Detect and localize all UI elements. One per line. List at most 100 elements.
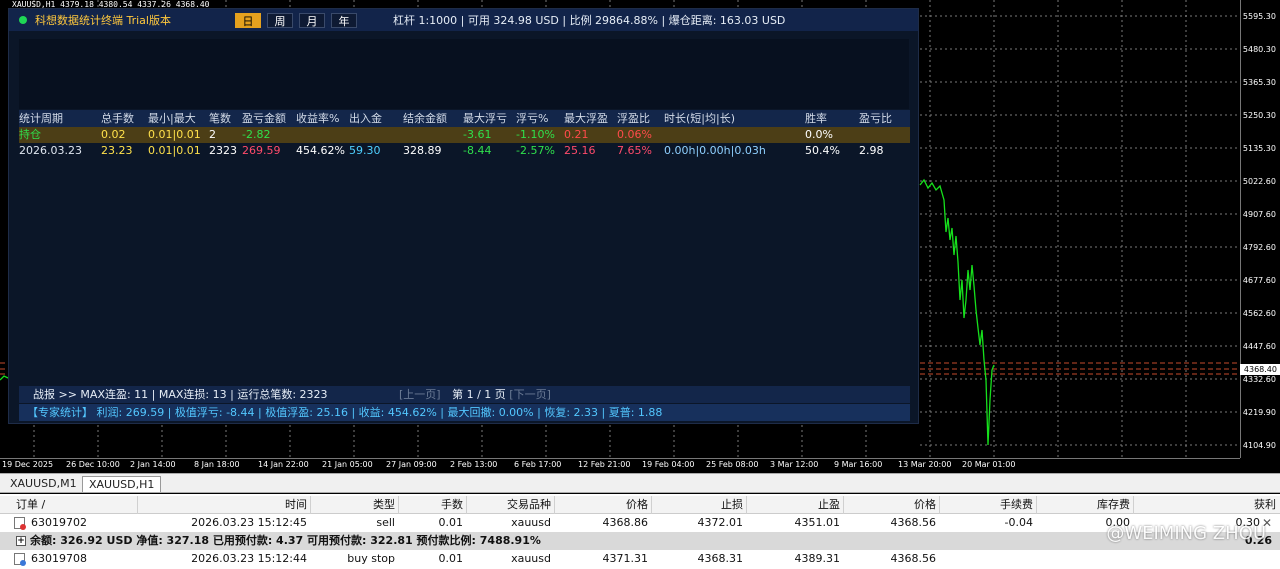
stats-column-header: 结余金额 bbox=[403, 112, 447, 125]
order-type: sell bbox=[376, 516, 395, 529]
order-cur_price: 4368.56 bbox=[890, 552, 937, 565]
account-info: 杠杆 1:1000 | 可用 324.98 USD | 比例 29864.88%… bbox=[392, 14, 786, 27]
period-button[interactable]: 日 bbox=[234, 12, 261, 28]
order-commission: -0.04 bbox=[1004, 516, 1033, 529]
stats-cell-max_dd: -3.61 bbox=[463, 128, 492, 141]
table-row[interactable]: 63019708 2026.03.23 15:12:44 buy stop 0.01 x… bbox=[0, 550, 1280, 568]
column-header[interactable]: 获利 bbox=[1254, 496, 1276, 514]
column-header-order[interactable]: 订单 / bbox=[16, 496, 45, 514]
stats-cell-winrate: 50.4% bbox=[805, 144, 840, 157]
stats-column-header: 总手数 bbox=[101, 112, 134, 125]
order-symbol: xauusd bbox=[511, 552, 551, 565]
column-divider bbox=[398, 496, 399, 514]
column-divider bbox=[746, 496, 747, 514]
stats-column-header: 胜率 bbox=[805, 112, 827, 125]
current-price-label: 4368.40 bbox=[1240, 364, 1280, 375]
stats-cell-minmax: 0.01|0.01 bbox=[148, 144, 201, 157]
panel-header: 科想数据统计终端 Trial版本 日周月年 杠杆 1:1000 | 可用 324… bbox=[9, 9, 918, 31]
stats-column-header: 盈亏比 bbox=[859, 112, 892, 125]
price-tick-label: 5250.30 bbox=[1242, 111, 1276, 120]
expert-summary-bar: 【专家统计】 利润: 269.59 | 极值浮亏: -8.44 | 极值浮盈: … bbox=[19, 404, 910, 421]
order-type: buy stop bbox=[347, 552, 395, 565]
column-header[interactable]: 止盈 bbox=[818, 496, 840, 514]
tab-xauusd-m1[interactable]: XAUUSD,M1 bbox=[4, 476, 83, 492]
column-header[interactable]: 交易品种 bbox=[507, 496, 551, 514]
stats-row-holding: 持仓 0.02 0.01|0.01 2 -2.82 -3.61 -1.10% 0.21 0.06… bbox=[19, 127, 910, 143]
column-header[interactable]: 类型 bbox=[373, 496, 395, 514]
stats-cell-pl_ratio: 2.98 bbox=[859, 144, 884, 157]
period-button[interactable]: 月 bbox=[298, 12, 325, 28]
period-button[interactable]: 周 bbox=[266, 12, 293, 28]
stats-column-header: 笔数 bbox=[209, 112, 231, 125]
column-header[interactable]: 价格 bbox=[626, 496, 648, 514]
time-tick-label: 21 Jan 05:00 bbox=[322, 460, 373, 469]
time-tick-label: 9 Mar 16:00 bbox=[834, 460, 883, 469]
order-id: 63019702 bbox=[31, 516, 87, 529]
order-icon bbox=[14, 517, 26, 530]
time-tick-label: 19 Feb 04:00 bbox=[642, 460, 695, 469]
trade-terminal: 订单 / 时间 类型 手数 交易品种 价格 止损 止盈 价格 手续费 库存费 获利 63019702 2… bbox=[0, 494, 1280, 569]
tab-xauusd-h1[interactable]: XAUUSD,H1 bbox=[82, 476, 162, 492]
stats-column-header: 最大浮盈 bbox=[564, 112, 608, 125]
column-divider bbox=[1036, 496, 1037, 514]
stats-cell-balance: 328.89 bbox=[403, 144, 442, 157]
column-divider bbox=[651, 496, 652, 514]
order-tp: 4389.31 bbox=[794, 552, 841, 565]
period-selector: 日周月年 bbox=[234, 12, 357, 28]
column-header[interactable]: 时间 bbox=[285, 496, 307, 514]
order-time: 2026.03.23 15:12:45 bbox=[191, 516, 307, 529]
report-stats: 战报 >> MAX连盈: 11 | MAX连损: 13 | 运行总笔数: 232… bbox=[33, 388, 328, 401]
stats-table: 统计周期 总手数 最小|最大 笔数 盈亏金额 收益率% 出入金 结余金额 最大浮亏 浮亏% 最大浮盈… bbox=[19, 110, 910, 159]
stats-column-header: 最大浮亏 bbox=[463, 112, 507, 125]
stats-row-daily: 2026.03.23 23.23 0.01|0.01 2323 269.59 454.62… bbox=[19, 143, 910, 159]
order-price: 4371.31 bbox=[602, 552, 649, 565]
stats-cell-period: 2026.03.23 bbox=[19, 144, 82, 157]
stats-column-header: 最小|最大 bbox=[148, 112, 196, 125]
column-header[interactable]: 价格 bbox=[914, 496, 936, 514]
price-tick-label: 4792.60 bbox=[1242, 243, 1276, 252]
order-price: 4368.86 bbox=[602, 516, 649, 529]
balance-summary: 余额: 326.92 USD 净值: 327.18 已用预付款: 4.37 可用… bbox=[30, 534, 541, 547]
stats-cell-lots: 0.02 bbox=[101, 128, 126, 141]
stats-cell-ret: 454.62% bbox=[296, 144, 345, 157]
column-header[interactable]: 手续费 bbox=[1000, 496, 1033, 514]
order-tp: 4351.01 bbox=[794, 516, 841, 529]
stats-cell-flow: 59.30 bbox=[349, 144, 381, 157]
prev-page-button[interactable]: [上一页] bbox=[399, 388, 441, 401]
price-tick-label: 4907.60 bbox=[1242, 210, 1276, 219]
stats-table-header: 统计周期 总手数 最小|最大 笔数 盈亏金额 收益率% 出入金 结余金额 最大浮亏 浮亏% 最大浮盈… bbox=[19, 110, 910, 127]
time-axis[interactable]: 19 Dec 2025 26 Dec 10:00 2 Jan 14:00 8 Jan … bbox=[0, 458, 1240, 472]
column-divider bbox=[843, 496, 844, 514]
stats-cell-fp_ratio: 7.65% bbox=[617, 144, 652, 157]
price-line-left bbox=[0, 375, 9, 381]
period-button[interactable]: 年 bbox=[330, 12, 357, 28]
chart-tab-strip: XAUUSD,M1 XAUUSD,H1 bbox=[0, 473, 1280, 493]
stats-cell-count: 2323 bbox=[209, 144, 237, 157]
time-tick-label: 20 Mar 01:00 bbox=[962, 460, 1016, 469]
time-tick-label: 2 Feb 13:00 bbox=[450, 460, 498, 469]
watermark: @WEIMING ZHOU bbox=[1106, 523, 1266, 544]
price-axis[interactable]: 5595.30 5480.30 5365.30 5250.30 5135.30 5022.… bbox=[1240, 0, 1280, 458]
next-page-button[interactable]: [下一页] bbox=[509, 388, 551, 401]
time-tick-label: 13 Mar 20:00 bbox=[898, 460, 952, 469]
stats-column-header: 浮盈比 bbox=[617, 112, 650, 125]
column-divider bbox=[554, 496, 555, 514]
expand-icon[interactable]: + bbox=[16, 536, 26, 546]
stats-column-header: 时长(短|均|长) bbox=[664, 112, 735, 125]
pager: [上一页] 第 1 / 1 页 [下一页] bbox=[399, 386, 551, 403]
table-row[interactable]: 63019702 2026.03.23 15:12:45 sell 0.01 xauus… bbox=[0, 514, 1280, 532]
price-tick-label: 4447.60 bbox=[1242, 342, 1276, 351]
connection-status-icon bbox=[19, 16, 27, 24]
stats-column-header: 出入金 bbox=[349, 112, 382, 125]
order-lots: 0.01 bbox=[438, 552, 464, 565]
time-tick-label: 14 Jan 22:00 bbox=[258, 460, 309, 469]
column-header[interactable]: 库存费 bbox=[1097, 496, 1130, 514]
stats-cell-winrate: 0.0% bbox=[805, 128, 833, 141]
time-tick-label: 12 Feb 21:00 bbox=[578, 460, 631, 469]
column-header[interactable]: 止损 bbox=[721, 496, 743, 514]
stats-cell-fp_ratio: 0.06% bbox=[617, 128, 652, 141]
column-header[interactable]: 手数 bbox=[441, 496, 463, 514]
time-tick-label: 26 Dec 10:00 bbox=[66, 460, 120, 469]
stats-cell-max_fp: 0.21 bbox=[564, 128, 589, 141]
balance-row: + 余额: 326.92 USD 净值: 327.18 已用预付款: 4.37 … bbox=[0, 532, 1280, 550]
